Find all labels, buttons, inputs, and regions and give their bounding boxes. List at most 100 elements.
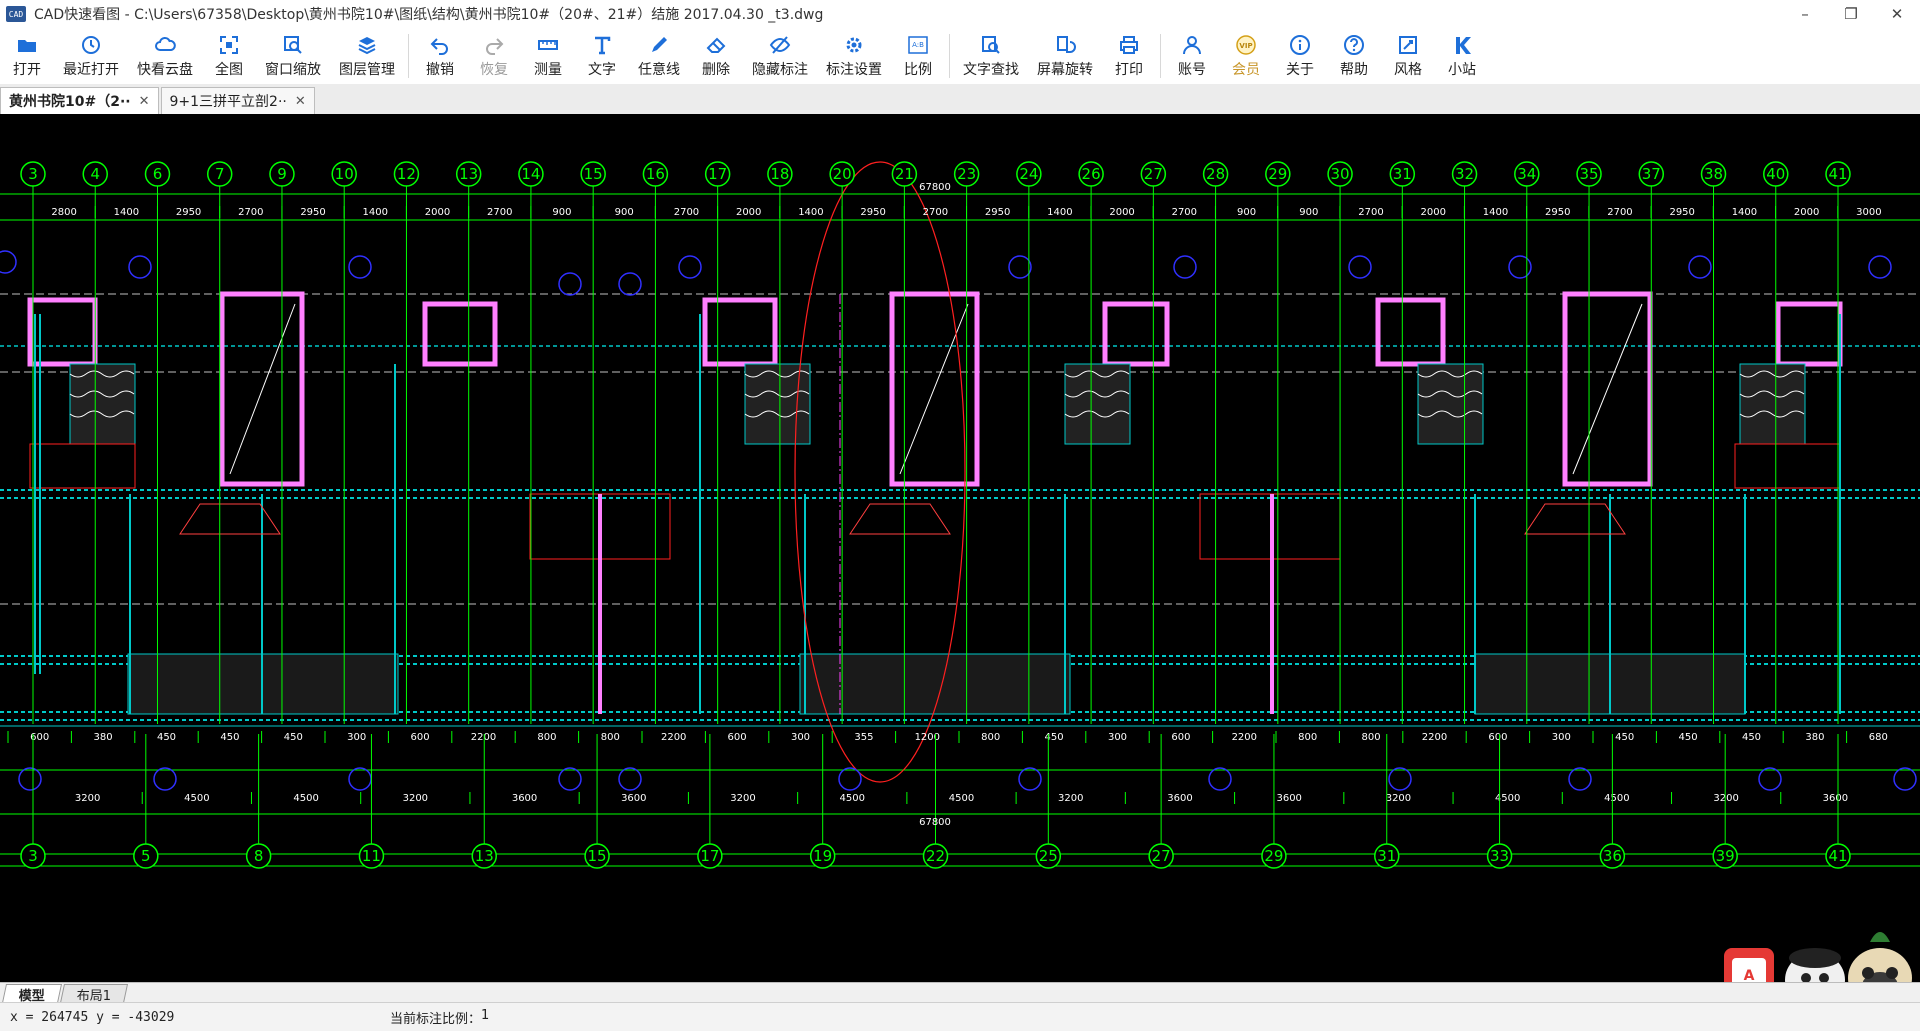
tab-document-1[interactable]: 黄州书院10#（2·· ✕ <box>0 87 159 114</box>
top-dim-text: 2700 <box>487 207 512 218</box>
top-axis-label: 21 <box>895 165 914 183</box>
top-axis-label: 16 <box>646 165 665 183</box>
clock-icon <box>82 35 100 54</box>
measure-button[interactable]: 测量 <box>521 28 575 84</box>
info-icon <box>1290 34 1310 55</box>
text-button[interactable]: 文字 <box>575 28 629 84</box>
top-dim-text: 900 <box>1237 207 1256 218</box>
lower-dim-text: 450 <box>220 732 239 743</box>
top-axis-label: 41 <box>1828 165 1847 183</box>
text-search-button[interactable]: 文字查找 <box>954 28 1028 84</box>
top-dim-text: 900 <box>552 207 571 218</box>
eye-hide-icon <box>769 35 791 54</box>
window-title: CAD快速看图 - C:\Users\67358\Desktop\黄州书院10#… <box>34 7 824 23</box>
top-dim-text: 1400 <box>798 207 823 218</box>
top-dim-text: 2800 <box>51 207 76 218</box>
top-dim-text: 2950 <box>176 207 201 218</box>
tab-document-1-label: 黄州书院10#（2·· <box>9 94 131 110</box>
lower-dim-text: 380 <box>1805 732 1824 743</box>
annotation-settings-button[interactable]: 标注设置 <box>817 28 891 84</box>
top-axis-label: 12 <box>397 165 416 183</box>
annotation-settings-label: 标注设置 <box>826 61 882 78</box>
top-dim-text: 1400 <box>363 207 388 218</box>
top-axis-label: 10 <box>335 165 354 183</box>
bottom-axis-label: 15 <box>588 847 607 865</box>
lower-dim-text: 300 <box>791 732 810 743</box>
bottom-axis-label: 8 <box>254 847 264 865</box>
top-total-dimension: 67800 <box>919 182 951 193</box>
toolbar-separator <box>1160 34 1161 78</box>
cad-drawing: 3 4 6 7 9 10 12 13 14 15 16 17 18 20 21 23 24 26 27 28 29 30 3… <box>0 161 1920 869</box>
help-button[interactable]: 帮助 <box>1327 28 1381 84</box>
window-zoom-label: 窗口缩放 <box>265 61 321 78</box>
cloud-icon <box>155 36 176 51</box>
top-axis-label: 20 <box>833 165 852 183</box>
help-icon <box>1344 34 1364 55</box>
bottom-total-dimension: 67800 <box>919 817 951 828</box>
restore-button[interactable]: ❐ <box>1828 0 1874 28</box>
bottom-axis-label: 29 <box>1264 847 1283 865</box>
top-dim-text: 900 <box>1299 207 1318 218</box>
tab-close-icon[interactable]: ✕ <box>295 94 306 109</box>
window-zoom-button[interactable]: 窗口缩放 <box>256 28 330 84</box>
open-label: 打开 <box>13 61 41 78</box>
bottom-axis-label: 3 <box>28 847 38 865</box>
folder-icon <box>18 39 36 52</box>
top-dim-text: 3000 <box>1856 207 1881 218</box>
minimize-button[interactable]: – <box>1782 0 1828 28</box>
vip-label: 会员 <box>1232 61 1260 78</box>
layer-manager-button[interactable]: 图层管理 <box>330 28 404 84</box>
about-button[interactable]: 关于 <box>1273 28 1327 84</box>
scale-button[interactable]: A:B 比例 <box>891 28 945 84</box>
bottom-dim-text: 4500 <box>840 793 865 804</box>
lower-dim-text: 800 <box>1298 732 1317 743</box>
tab-layout1[interactable]: 布局1 <box>59 984 129 1004</box>
bottom-dim-text: 3200 <box>730 793 755 804</box>
top-axis-label: 26 <box>1082 165 1101 183</box>
text-search-icon <box>982 35 1000 54</box>
tab-close-icon[interactable]: ✕ <box>139 94 150 109</box>
drawing-canvas[interactable]: 3 4 6 7 9 10 12 13 14 15 16 17 18 20 21 23 24 26 27 28 29 30 3… <box>0 114 1920 982</box>
top-axis-label: 30 <box>1331 165 1350 183</box>
top-axis-label: 34 <box>1517 165 1536 183</box>
style-button[interactable]: 风格 <box>1381 28 1435 84</box>
tab-document-2[interactable]: 9+1三拼平立剖2·· ✕ <box>160 87 315 114</box>
gear-icon <box>846 37 862 52</box>
bottom-dimension-row: 3200 4500 4500 3200 3600 3600 3200 4500 4500 3200… <box>32 792 1848 804</box>
top-axis-label: 38 <box>1704 165 1723 183</box>
station-button[interactable]: 小站 <box>1435 28 1489 84</box>
style-label: 风格 <box>1394 61 1422 78</box>
hide-annotation-button[interactable]: 隐藏标注 <box>743 28 817 84</box>
screen-rotate-button[interactable]: 屏幕旋转 <box>1028 28 1102 84</box>
measure-label: 测量 <box>534 61 562 78</box>
top-dim-text: 2000 <box>1794 207 1819 218</box>
status-bar: x = 264745 y = -43029 当前标注比例： 1 <box>0 1002 1920 1031</box>
recent-open-label: 最近打开 <box>63 61 119 78</box>
top-dim-text: 2000 <box>1109 207 1134 218</box>
undo-button[interactable]: 撤销 <box>413 28 467 84</box>
close-button[interactable]: ✕ <box>1874 0 1920 28</box>
full-view-button[interactable]: 全图 <box>202 28 256 84</box>
bottom-dim-text: 3200 <box>1713 793 1738 804</box>
bottom-axis-label: 5 <box>141 847 151 865</box>
account-button[interactable]: 账号 <box>1165 28 1219 84</box>
cloud-drive-button[interactable]: 快看云盘 <box>128 28 202 84</box>
redo-button[interactable]: 恢复 <box>467 28 521 84</box>
top-axis-label: 40 <box>1766 165 1785 183</box>
eraser-icon <box>706 37 726 53</box>
layout-tab-bar: 模型 布局1 <box>0 982 1920 1004</box>
delete-button[interactable]: 删除 <box>689 28 743 84</box>
bottom-axis-label: 11 <box>362 847 381 865</box>
freeline-button[interactable]: 任意线 <box>629 28 689 84</box>
print-button[interactable]: 打印 <box>1102 28 1156 84</box>
top-dim-text: 2950 <box>860 207 885 218</box>
vip-button[interactable]: VIP 会员 <box>1219 28 1273 84</box>
top-dim-text: 1400 <box>1483 207 1508 218</box>
recent-open-button[interactable]: 最近打开 <box>54 28 128 84</box>
lower-dim-text: 450 <box>1615 732 1634 743</box>
lower-dim-text: 800 <box>537 732 556 743</box>
top-dim-text: 2000 <box>1421 207 1446 218</box>
open-button[interactable]: 打开 <box>0 28 54 84</box>
tab-model[interactable]: 模型 <box>1 984 63 1004</box>
unit-module-left <box>27 291 498 715</box>
